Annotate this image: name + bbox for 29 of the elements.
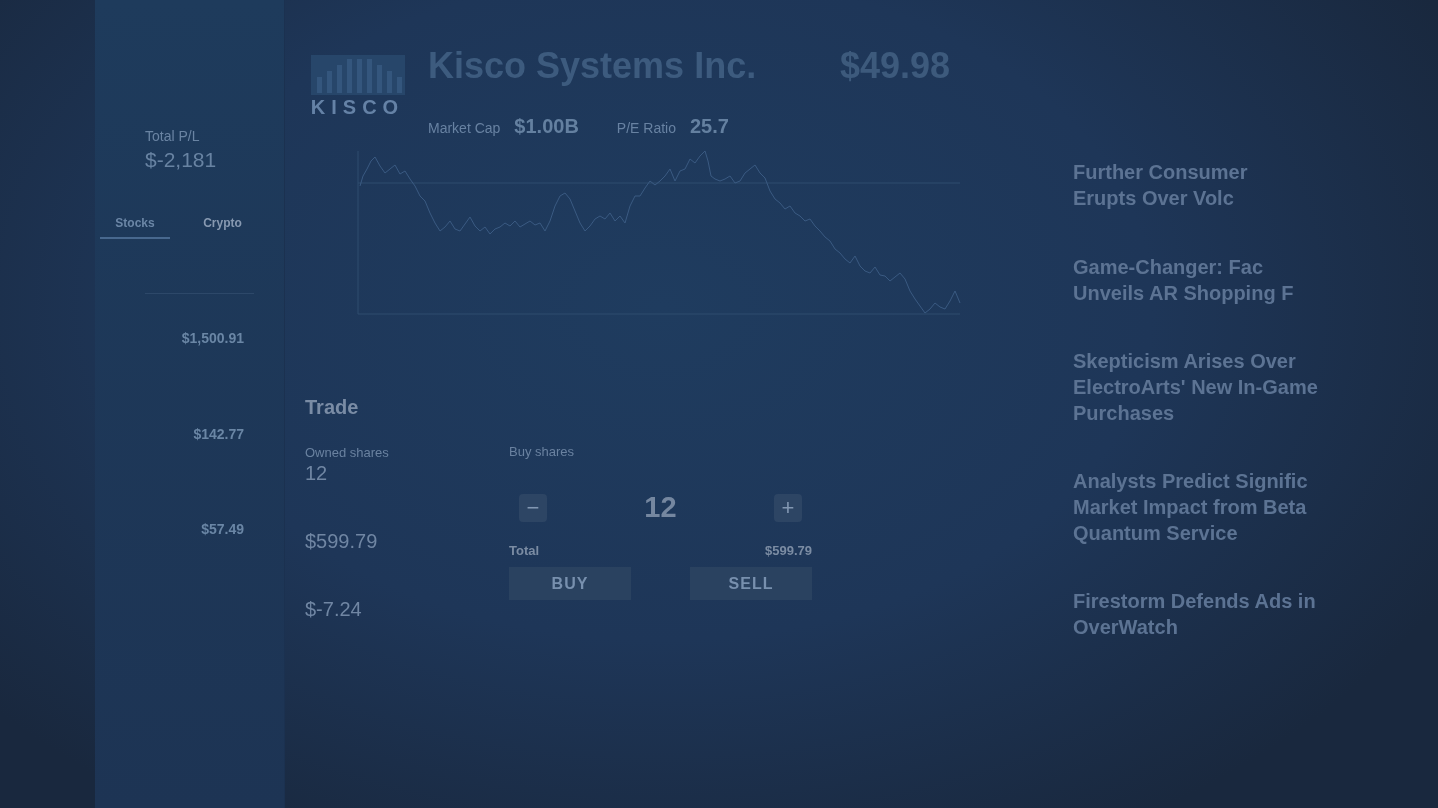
- stat-value: $-7.24: [305, 598, 363, 621]
- market-tab[interactable]: Crypto: [180, 212, 265, 239]
- increment-button[interactable]: +: [774, 493, 802, 522]
- stat-label: P/E Ratio: [616, 120, 676, 136]
- trade-heading: Trade: [305, 396, 360, 419]
- news-headline[interactable]: Further Consumer Erupts Over Volc: [1073, 159, 1248, 211]
- stat-label: Market Cap: [428, 120, 501, 136]
- news-headline[interactable]: Firestorm Defends Ads in OverWatch: [1073, 588, 1316, 640]
- total-label: Total: [509, 543, 540, 558]
- stat-value: 12: [305, 462, 329, 485]
- total-pl-label: Total P/L: [145, 128, 201, 144]
- news-headline[interactable]: Game-Changer: Fac Unveils AR Shopping F: [1073, 254, 1294, 306]
- stat-value: $599.79: [305, 530, 379, 553]
- quantity-value: 12: [644, 491, 677, 524]
- market-tab[interactable]: Stocks: [100, 212, 170, 239]
- news-headline[interactable]: Skepticism Arises Over ElectroArts' New In-Game Purchases: [1073, 348, 1318, 426]
- total-pl-value: $-2,181: [145, 148, 218, 172]
- buy-shares-label: Buy shares: [509, 444, 576, 459]
- decrement-button[interactable]: −: [519, 493, 547, 522]
- buy-button[interactable]: BUY: [509, 567, 631, 600]
- holding-price: $142.77: [193, 426, 244, 442]
- stat-value: 25.7: [690, 115, 729, 138]
- total-value: $599.79: [765, 543, 812, 558]
- holding-price: $1,500.91: [181, 330, 244, 346]
- news-headline[interactable]: Analysts Predict Signific Market Impact from Beta Quantum Service: [1073, 468, 1308, 546]
- stat-value: $1.00B: [514, 115, 579, 138]
- holding-price: $57.49: [201, 521, 244, 537]
- stat-label: Owned shares: [305, 445, 390, 460]
- sell-button[interactable]: SELL: [690, 567, 812, 600]
